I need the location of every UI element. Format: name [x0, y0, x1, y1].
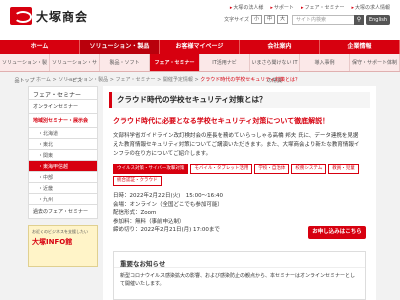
breadcrumb: ホーム > ソリューション・製品 > フェア・セミナー > 開催予定情報 > ク…	[36, 77, 300, 83]
subnav-it-basics[interactable]: いまさら聞けない ITの常識	[250, 54, 300, 84]
search-icon[interactable]: ⚲	[354, 15, 364, 25]
sidebar-sub-tohoku[interactable]: 東北	[28, 139, 98, 150]
main-nav: ホーム ソリューション・製品 お客様マイページ 会社案内 企業情報	[0, 40, 400, 54]
subnav-cases[interactable]: 導入事例	[300, 54, 350, 71]
tag-auth-cloud[interactable]: 統合認証・クラウド	[113, 176, 162, 186]
nav-corporate[interactable]: 企業情報	[320, 40, 400, 54]
sidebar-sub-tokai[interactable]: 東海甲信越	[28, 161, 98, 172]
utility-links: 大塚の法人様 サポート フェア・セミナー 大塚の求人情報	[230, 4, 390, 11]
sidebar-sub-chubu[interactable]: 中部	[28, 172, 98, 183]
subnav-it-navi[interactable]: IT活用ナビ	[200, 54, 250, 71]
nav-mypage[interactable]: お客様マイページ	[160, 40, 240, 54]
seminar-description: 文部科学省ガイドライン改訂検討会の座長を務めていらっしゃる高橋 邦夫 氏に、デー…	[113, 133, 360, 157]
banner-title: 大塚INFO館	[32, 238, 73, 246]
nav-solutions[interactable]: ソリューション・製品	[80, 40, 160, 54]
utility-link-corporate[interactable]: 大塚の法人様	[230, 4, 263, 11]
breadcrumb-home[interactable]: ホーム	[36, 77, 51, 83]
detail-date: 日時：2022年2月22日(火) 15:00～16:40	[113, 193, 223, 199]
font-size-medium-button[interactable]: 中	[263, 15, 275, 24]
brand-name: 大塚商会	[36, 9, 89, 24]
page-subtitle: クラウド時代に必要となる学校セキュリティ対策について徹底解説！	[113, 117, 330, 125]
top-bar: 大塚商会 大塚の法人様 サポート フェア・セミナー 大塚の求人情報 文字サイズ …	[0, 0, 400, 40]
nav-company[interactable]: 会社案内	[240, 40, 320, 54]
breadcrumb-current: クラウド時代の学校セキュリティ対策とは？	[200, 77, 300, 83]
sidebar-item-regional[interactable]: 地域別セミナー・展示会	[28, 114, 98, 128]
font-size-large-button[interactable]: 大	[276, 15, 288, 24]
sidebar-item-past[interactable]: 過去のフェア・セミナー	[28, 205, 98, 219]
utility-link-support[interactable]: サポート	[270, 4, 294, 11]
language-button[interactable]: English	[366, 15, 390, 25]
tag-list: ウイルス対策・サイバー攻撃対策 モバイル・タブレット活用 学校・自治体 校務シス…	[113, 164, 363, 186]
subnav-services[interactable]: ソリューション・サービス	[50, 54, 100, 84]
subnav-products[interactable]: 製品・ソフト	[100, 54, 150, 71]
font-size-switcher: 文字サイズ 小 中 大	[224, 15, 288, 24]
tag-virus[interactable]: ウイルス対策・サイバー攻撃対策	[113, 164, 189, 174]
tag-school[interactable]: 学校・自治体	[254, 164, 290, 174]
sidebar-sub-hokkaido[interactable]: 北海道	[28, 128, 98, 139]
sidebar: フェア・セミナー オンラインセミナー 地域別セミナー・展示会 北海道 東北 関東…	[28, 86, 98, 300]
apply-button[interactable]: お申し込みはこちら	[308, 226, 366, 239]
page-title: クラウド時代の学校セキュリティ対策とは？	[109, 92, 370, 108]
font-size-label: 文字サイズ	[224, 17, 249, 23]
notice-title: 重要なお知らせ	[114, 252, 365, 268]
utility-link-recruit[interactable]: 大塚の求人情報	[351, 4, 390, 11]
subnav-fair[interactable]: フェア・セミナー	[150, 54, 200, 71]
utility-link-fair[interactable]: フェア・セミナー	[301, 4, 344, 11]
tag-admin-system[interactable]: 校務システム	[291, 164, 327, 174]
subnav-support[interactable]: 保守・サポート体制	[350, 54, 400, 71]
info-banner[interactable]: お近くのビジネスを支援したい 大塚INFO館	[28, 225, 98, 267]
notice-body: 新型コロナウイルス感染拡大の影響、および感染防止の観点から、本セミナーはオンライ…	[120, 273, 356, 287]
sidebar-heading[interactable]: フェア・セミナー	[28, 86, 98, 100]
sub-nav: ソリューション・製品トップ ソリューション・サービス 製品・ソフト フェア・セミ…	[0, 54, 400, 84]
main-content: クラウド時代の学校セキュリティ対策とは？ クラウド時代に必要となる学校セキュリテ…	[103, 86, 376, 300]
notice-box: 重要なお知らせ 新型コロナウイルス感染拡大の影響、および感染防止の観点から、本セ…	[113, 251, 366, 300]
tag-teachers[interactable]: 教員・児童	[328, 164, 359, 174]
tag-mobile[interactable]: モバイル・タブレット活用	[190, 164, 253, 174]
sidebar-sub-kyushu[interactable]: 九州	[28, 194, 98, 205]
detail-fee: 参加料：無料（事前申込制）	[113, 218, 185, 225]
subnav-top[interactable]: ソリューション・製品トップ	[0, 54, 50, 84]
banner-caption: お近くのビジネスを支援したい	[32, 229, 88, 234]
logo-mark-icon	[10, 7, 32, 25]
detail-format: 配信形式：Zoom	[113, 210, 157, 216]
sidebar-item-online[interactable]: オンラインセミナー	[28, 100, 98, 114]
breadcrumb-schedule[interactable]: 開催予定情報	[163, 77, 193, 83]
sidebar-sub-kinki[interactable]: 近畿	[28, 183, 98, 194]
search-input[interactable]: サイト内検索	[292, 15, 360, 25]
breadcrumb-fair[interactable]: フェア・セミナー	[116, 77, 156, 83]
detail-venue: 会場：オンライン（全国どこでも参加可能）	[113, 201, 223, 208]
sidebar-sub-kanto[interactable]: 関東	[28, 150, 98, 161]
nav-home[interactable]: ホーム	[0, 40, 80, 54]
font-size-small-button[interactable]: 小	[250, 15, 262, 24]
breadcrumb-solutions[interactable]: ソリューション・製品	[58, 77, 108, 83]
brand-logo[interactable]: 大塚商会	[10, 7, 88, 25]
